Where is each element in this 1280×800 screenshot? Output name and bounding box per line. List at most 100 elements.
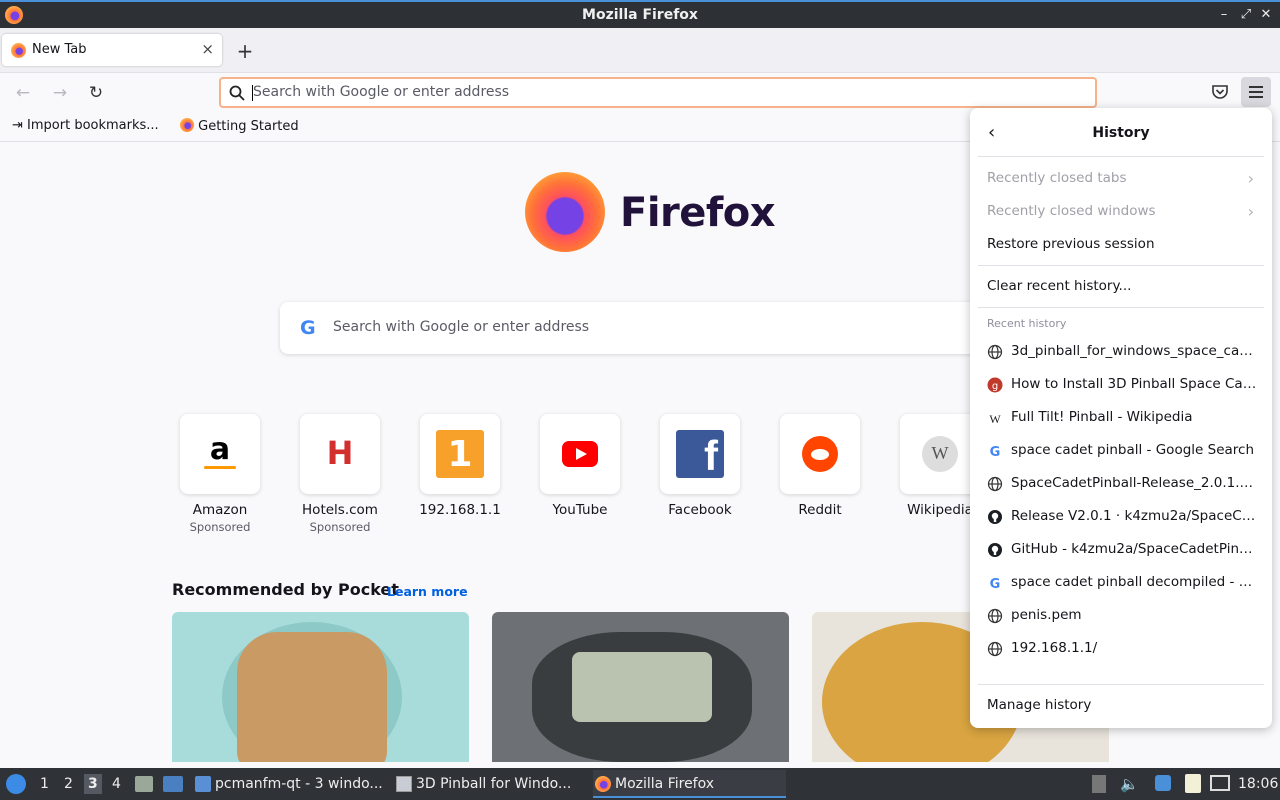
firefox-logo [525, 172, 605, 252]
history-entry[interactable]: penis.pem [987, 605, 1257, 627]
show-desktop-icon[interactable] [163, 776, 183, 792]
divider [978, 684, 1264, 685]
clear-history-item[interactable]: Clear recent history... [987, 278, 1254, 294]
tray-arrow-icon[interactable] [1092, 775, 1106, 793]
google-icon: G [990, 445, 1001, 459]
svg-text:g: g [992, 381, 998, 392]
pocket-icon[interactable] [1210, 82, 1230, 102]
history-entry[interactable]: g How to Install 3D Pinball Space Cadet [987, 374, 1257, 396]
folder-icon [195, 776, 211, 792]
pocket-learn-more-link[interactable]: Learn more [387, 584, 468, 599]
tab-bar: New Tab × + [0, 28, 1280, 72]
volume-icon[interactable]: 🔈 [1120, 775, 1139, 793]
new-tab-button[interactable]: + [234, 39, 256, 63]
sponsored-label: Sponsored [189, 520, 251, 534]
history-entry-title: GitHub - k4zmu2a/SpaceCadetPinball [1011, 541, 1257, 557]
minimize-icon[interactable]: – [1216, 7, 1232, 22]
chevron-right-icon: › [1247, 202, 1254, 221]
history-entry-title: Release V2.0.1 · k4zmu2a/SpaceCadetPinba… [1011, 508, 1257, 524]
github-icon [988, 543, 1002, 557]
github-icon [988, 510, 1002, 524]
pocket-card-money[interactable] [492, 612, 789, 762]
task-label: 3D Pinball for Windo... [416, 776, 572, 792]
task-firefox[interactable]: Mozilla Firefox [593, 770, 786, 798]
divider [978, 156, 1264, 157]
svg-text:W: W [989, 412, 1001, 426]
start-menu-icon[interactable] [6, 774, 26, 794]
site-icon: g [987, 377, 1003, 393]
taskbar: 1 2 3 4 pcmanfm-qt - 3 windo... 3D Pinba… [0, 768, 1280, 800]
top-site-amazon[interactable]: a Amazon Sponsored [165, 414, 275, 544]
history-entry-title: How to Install 3D Pinball Space Cadet [1011, 376, 1257, 392]
workspace-1[interactable]: 1 [40, 776, 49, 792]
svg-text:G: G [990, 577, 1001, 591]
app-menu-button[interactable] [1241, 77, 1271, 107]
window-icon [396, 776, 412, 792]
newtab-search-box[interactable]: G Search with Google or enter address [280, 302, 1000, 354]
bookmark-getting-started[interactable]: Getting Started [180, 118, 299, 134]
workspace-4[interactable]: 4 [112, 776, 121, 792]
history-entry[interactable]: 3d_pinball_for_windows_space_cadet [987, 341, 1257, 363]
recently-closed-tabs-item[interactable]: Recently closed tabs [987, 170, 1254, 186]
history-entry[interactable]: G space cadet pinball decompiled - Googl… [987, 572, 1257, 594]
google-icon: G [300, 317, 316, 339]
firefox-icon [180, 118, 194, 132]
url-bar[interactable]: Search with Google or enter address [219, 77, 1097, 108]
top-site-name: 192.168.1.1 [419, 502, 501, 518]
history-entry-title: Full Tilt! Pinball - Wikipedia [1011, 409, 1193, 425]
tab-new-tab[interactable]: New Tab × [2, 34, 222, 66]
divider [978, 265, 1264, 266]
top-site-facebook[interactable]: f Facebook [645, 414, 755, 544]
tab-close-icon[interactable]: × [201, 40, 214, 58]
hotels-icon: H [300, 414, 380, 494]
task-pcmanfm[interactable]: pcmanfm-qt - 3 windo... [193, 770, 388, 798]
recently-closed-windows-item[interactable]: Recently closed windows [987, 203, 1254, 219]
sponsored-label: Sponsored [309, 520, 371, 534]
forward-button[interactable]: → [49, 82, 71, 104]
top-site-reddit[interactable]: Reddit [765, 414, 875, 544]
history-entry-title: space cadet pinball - Google Search [1011, 442, 1254, 458]
top-site-name: Amazon [192, 502, 248, 518]
manage-history-item[interactable]: Manage history [987, 697, 1254, 713]
file-manager-launcher-icon[interactable] [135, 776, 153, 792]
globe-icon [987, 476, 1003, 492]
top-site-hotels[interactable]: H Hotels.com Sponsored [285, 414, 395, 544]
history-entry[interactable]: Release V2.0.1 · k4zmu2a/SpaceCadetPinba… [987, 506, 1257, 528]
restore-session-item[interactable]: Restore previous session [987, 236, 1254, 252]
workspace-3[interactable]: 3 [84, 774, 102, 794]
chevron-right-icon: › [1247, 169, 1254, 188]
pocket-card-sandwich[interactable] [172, 612, 469, 762]
close-window-icon[interactable]: ✕ [1258, 7, 1274, 22]
bookmark-import[interactable]: ⇥ Import bookmarks... [12, 118, 159, 133]
firefox-icon [11, 43, 26, 58]
amazon-icon: a [180, 414, 260, 494]
clock: 18:06 [1238, 776, 1279, 792]
history-entry-title: penis.pem [1011, 607, 1082, 623]
task-pinball[interactable]: 3D Pinball for Windo... [394, 770, 589, 798]
back-button[interactable]: ← [12, 82, 34, 104]
wikipedia-icon: W [989, 412, 1001, 426]
workspace-2[interactable]: 2 [64, 776, 73, 792]
maximize-icon[interactable]: ⤢ [1238, 7, 1254, 22]
reload-button[interactable]: ↻ [85, 82, 107, 104]
history-entry[interactable]: GitHub - k4zmu2a/SpaceCadetPinball [987, 539, 1257, 561]
display-icon[interactable] [1210, 775, 1230, 791]
history-entry[interactable]: G space cadet pinball - Google Search [987, 440, 1257, 462]
history-entry[interactable]: 192.168.1.1/ [987, 638, 1257, 660]
wikipedia-icon: W [900, 414, 980, 494]
notification-icon[interactable] [1155, 775, 1171, 791]
import-icon: ⇥ [12, 118, 23, 133]
top-site-youtube[interactable]: YouTube [525, 414, 635, 544]
youtube-icon [540, 414, 620, 494]
history-entry[interactable]: W Full Tilt! Pinball - Wikipedia [987, 407, 1257, 429]
recent-history-label: Recent history [987, 317, 1067, 330]
bread-shape [237, 632, 387, 762]
task-label: pcmanfm-qt - 3 windo... [215, 776, 383, 792]
newtab-search-placeholder: Search with Google or enter address [333, 319, 590, 335]
globe-icon [987, 641, 1003, 657]
clipboard-icon[interactable] [1185, 774, 1201, 793]
google-icon: G [990, 577, 1001, 591]
history-entry-title: 3d_pinball_for_windows_space_cadet [1011, 343, 1257, 359]
top-site-router[interactable]: 1 192.168.1.1 [405, 414, 515, 544]
history-entry[interactable]: SpaceCadetPinball-Release_2.0.1.zip [987, 473, 1257, 495]
